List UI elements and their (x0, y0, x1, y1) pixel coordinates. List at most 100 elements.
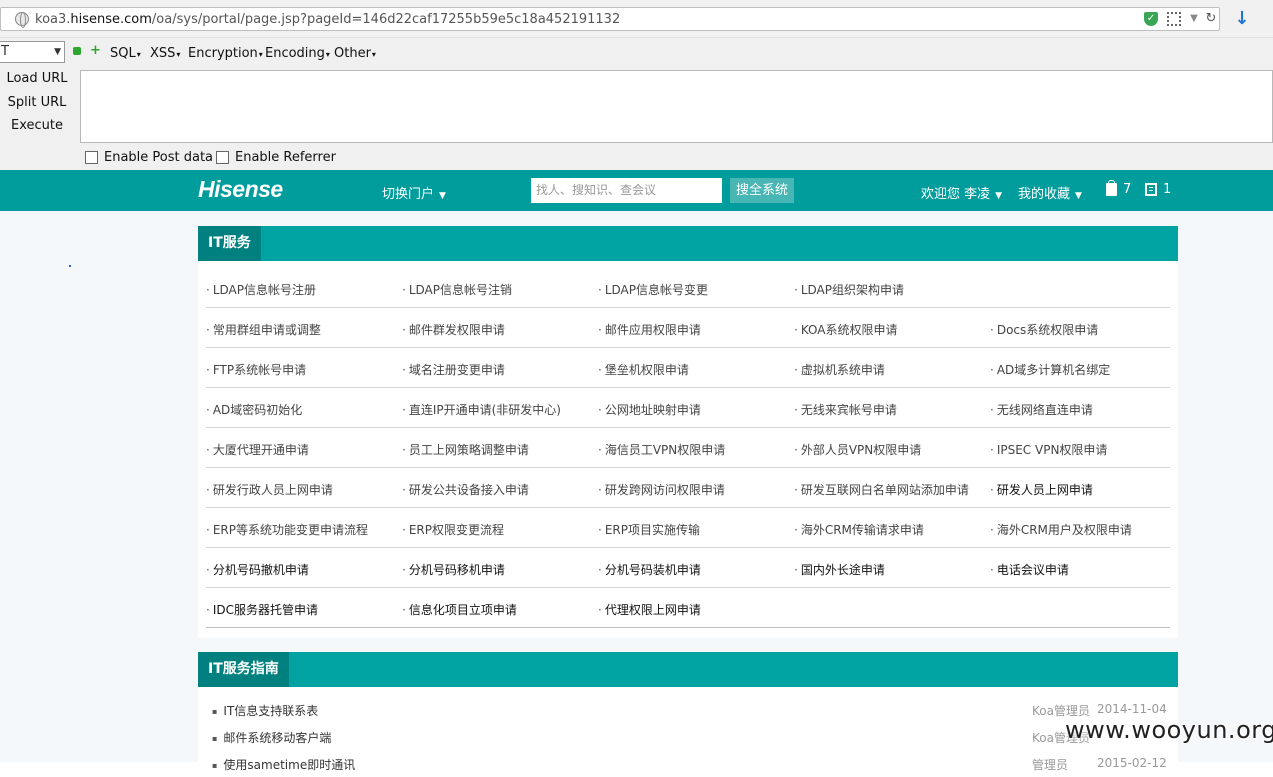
service-link[interactable]: 国内外长途申请 (794, 561, 885, 578)
service-link[interactable]: 邮件应用权限申请 (598, 321, 701, 338)
service-row: 分机号码撤机申请 分机号码移机申请 分机号码装机申请 国内外长途申请 电话会议申请 (206, 548, 1170, 588)
service-link[interactable]: 研发行政人员上网申请 (206, 481, 333, 498)
service-link[interactable]: 分机号码移机申请 (402, 561, 505, 578)
service-link[interactable]: 无线网络直连申请 (990, 401, 1093, 418)
service-link[interactable]: 研发公共设备接入申请 (402, 481, 529, 498)
menu-encryption[interactable]: Encryption (188, 46, 263, 61)
service-link[interactable]: LDAP组织架构申请 (794, 281, 904, 298)
service-link[interactable]: 研发人员上网申请 (990, 481, 1093, 498)
it-services-panel: IT服务 LDAP信息帐号注册 LDAP信息帐号注销 LDAP信息帐号变更 LDAP组… (198, 226, 1178, 638)
guide-item: IT信息支持联系表Koa管理员2014-11-04 (198, 696, 1178, 723)
service-link[interactable]: 常用群组申请或调整 (206, 321, 321, 338)
service-link[interactable]: AD域密码初始化 (206, 401, 302, 418)
favorites-menu[interactable]: 我的收藏 ▼ (1018, 183, 1082, 202)
menu-sql[interactable]: SQL (110, 46, 141, 61)
hisense-logo[interactable]: Hisense (198, 176, 283, 203)
service-link[interactable]: KOA系统权限申请 (794, 321, 898, 338)
dropdown-arrow-icon[interactable]: ▼ (1187, 12, 1201, 26)
panel-title: IT服务指南 (198, 652, 289, 687)
service-link[interactable]: 电话会议申请 (990, 561, 1069, 578)
service-link[interactable]: AD域多计算机名绑定 (990, 361, 1110, 378)
document-icon (1145, 183, 1157, 196)
service-link[interactable]: IDC服务器托管申请 (206, 601, 318, 618)
service-link[interactable]: 虚拟机系统申请 (794, 361, 885, 378)
service-link[interactable]: 分机号码撤机申请 (206, 561, 309, 578)
service-link[interactable]: 外部人员VPN权限申请 (794, 441, 921, 458)
shield-icon[interactable]: ✓ (1144, 12, 1158, 26)
execute-button[interactable]: Execute (0, 118, 74, 133)
guide-item: 使用sametime即时通讯 管理员 2015-02-12 (198, 750, 1178, 777)
documents-badge[interactable]: 1 (1145, 182, 1171, 197)
service-link[interactable]: FTP系统帐号申请 (206, 361, 306, 378)
enable-post-checkbox[interactable]: Enable Post data (85, 150, 213, 165)
stray-dot (69, 265, 71, 267)
checkbox-icon[interactable] (85, 151, 98, 164)
service-link[interactable]: Docs系统权限申请 (990, 321, 1098, 338)
menu-encoding[interactable]: Encoding (265, 46, 330, 61)
service-link[interactable]: 代理权限上网申请 (598, 601, 701, 618)
plus-icon[interactable]: + (90, 44, 101, 57)
search-button[interactable]: 搜全系统 (730, 178, 794, 203)
service-row: 研发行政人员上网申请 研发公共设备接入申请 研发跨网访问权限申请 研发互联网白名单网站… (206, 468, 1170, 508)
it-guide-list: IT信息支持联系表Koa管理员2014-11-04邮件系统移动客户端Koa管理员… (198, 696, 1178, 777)
service-link[interactable]: 直连IP开通申请(非研发中心) (402, 401, 561, 418)
service-link[interactable]: 大厦代理开通申请 (206, 441, 309, 458)
download-icon[interactable]: ↓ (1232, 8, 1252, 30)
qr-code-icon[interactable] (1167, 12, 1181, 26)
service-row: 常用群组申请或调整 邮件群发权限申请 邮件应用权限申请 KOA系统权限申请 Docs系统… (206, 308, 1170, 348)
menu-other[interactable]: Other (334, 46, 376, 61)
hackbar-url-textarea[interactable] (80, 70, 1273, 143)
minus-icon[interactable] (73, 47, 81, 55)
hackbar-select[interactable]: T ▼ (0, 41, 65, 63)
select-arrow-icon: ▼ (54, 47, 61, 57)
service-row: 大厦代理开通申请 员工上网策略调整申请 海信员工VPN权限申请 外部人员VPN权限申请… (206, 428, 1170, 468)
caret-down-icon: ▼ (995, 191, 1003, 201)
guide-date: 2014-11-04 (1097, 702, 1167, 716)
service-link[interactable]: 信息化项目立项申请 (402, 601, 517, 618)
service-link[interactable]: 域名注册变更申请 (402, 361, 505, 378)
service-link[interactable]: 无线来宾帐号申请 (794, 401, 897, 418)
enable-referrer-checkbox[interactable]: Enable Referrer (216, 150, 336, 165)
search-input[interactable]: 找人、搜知识、查会议 (531, 178, 722, 203)
checkbox-icon[interactable] (216, 151, 229, 164)
service-link[interactable]: LDAP信息帐号注册 (206, 281, 316, 298)
globe-icon (15, 12, 29, 28)
service-link[interactable]: 海外CRM用户及权限申请 (990, 521, 1132, 538)
service-link[interactable]: 员工上网策略调整申请 (402, 441, 529, 458)
caret-down-icon: ▼ (1075, 191, 1082, 201)
split-url-button[interactable]: Split URL (0, 95, 74, 110)
caret-down-icon: ▼ (439, 191, 446, 201)
service-row: ERP等系统功能变更申请流程 ERP权限变更流程 ERP项目实施传输 海外CRM传输请… (206, 508, 1170, 548)
it-services-grid: LDAP信息帐号注册 LDAP信息帐号注销 LDAP信息帐号变更 LDAP组织架构申请… (206, 268, 1170, 628)
service-link[interactable]: 海信员工VPN权限申请 (598, 441, 725, 458)
address-bar[interactable]: koa3.hisense.com/oa/sys/portal/page.jsp?… (0, 7, 1220, 31)
service-link[interactable]: 邮件群发权限申请 (402, 321, 505, 338)
service-link[interactable]: LDAP信息帐号注销 (402, 281, 512, 298)
service-row: IDC服务器托管申请 信息化项目立项申请 代理权限上网申请 (206, 588, 1170, 628)
service-link[interactable]: 研发跨网访问权限申请 (598, 481, 725, 498)
service-link[interactable]: ERP权限变更流程 (402, 521, 504, 538)
service-link[interactable]: ERP等系统功能变更申请流程 (206, 521, 368, 538)
service-link[interactable]: 分机号码装机申请 (598, 561, 701, 578)
service-link[interactable]: 研发互联网白名单网站添加申请 (794, 481, 969, 498)
menu-xss[interactable]: XSS (150, 46, 180, 61)
panel-header: IT服务 (198, 226, 1178, 261)
service-link[interactable]: LDAP信息帐号变更 (598, 281, 708, 298)
service-row: AD域密码初始化 直连IP开通申请(非研发中心) 公网地址映射申请 无线来宾帐号申请 无… (206, 388, 1170, 428)
service-link[interactable]: 堡垒机权限申请 (598, 361, 689, 378)
service-link[interactable]: IPSEC VPN权限申请 (990, 441, 1108, 458)
service-link[interactable]: 海外CRM传输请求申请 (794, 521, 924, 538)
service-link[interactable]: ERP项目实施传输 (598, 521, 700, 538)
service-link[interactable]: 公网地址映射申请 (598, 401, 701, 418)
user-menu[interactable]: 欢迎您 李凌 ▼ (921, 183, 1002, 202)
todo-badge[interactable]: 7 (1106, 180, 1131, 197)
portal-switch-menu[interactable]: 切换门户 ▼ (382, 183, 446, 202)
reload-icon[interactable]: ↻ (1204, 12, 1218, 26)
url-text[interactable]: koa3.hisense.com/oa/sys/portal/page.jsp?… (35, 12, 620, 27)
guide-link[interactable]: 邮件系统移动客户端 (212, 729, 331, 746)
browser-toolbar: koa3.hisense.com/oa/sys/portal/page.jsp?… (0, 0, 1273, 38)
load-url-button[interactable]: Load URL (0, 71, 74, 86)
guide-date: 2015-02-12 (1097, 756, 1167, 770)
guide-link[interactable]: 使用sametime即时通讯 (212, 756, 355, 773)
guide-link[interactable]: IT信息支持联系表 (212, 702, 318, 719)
